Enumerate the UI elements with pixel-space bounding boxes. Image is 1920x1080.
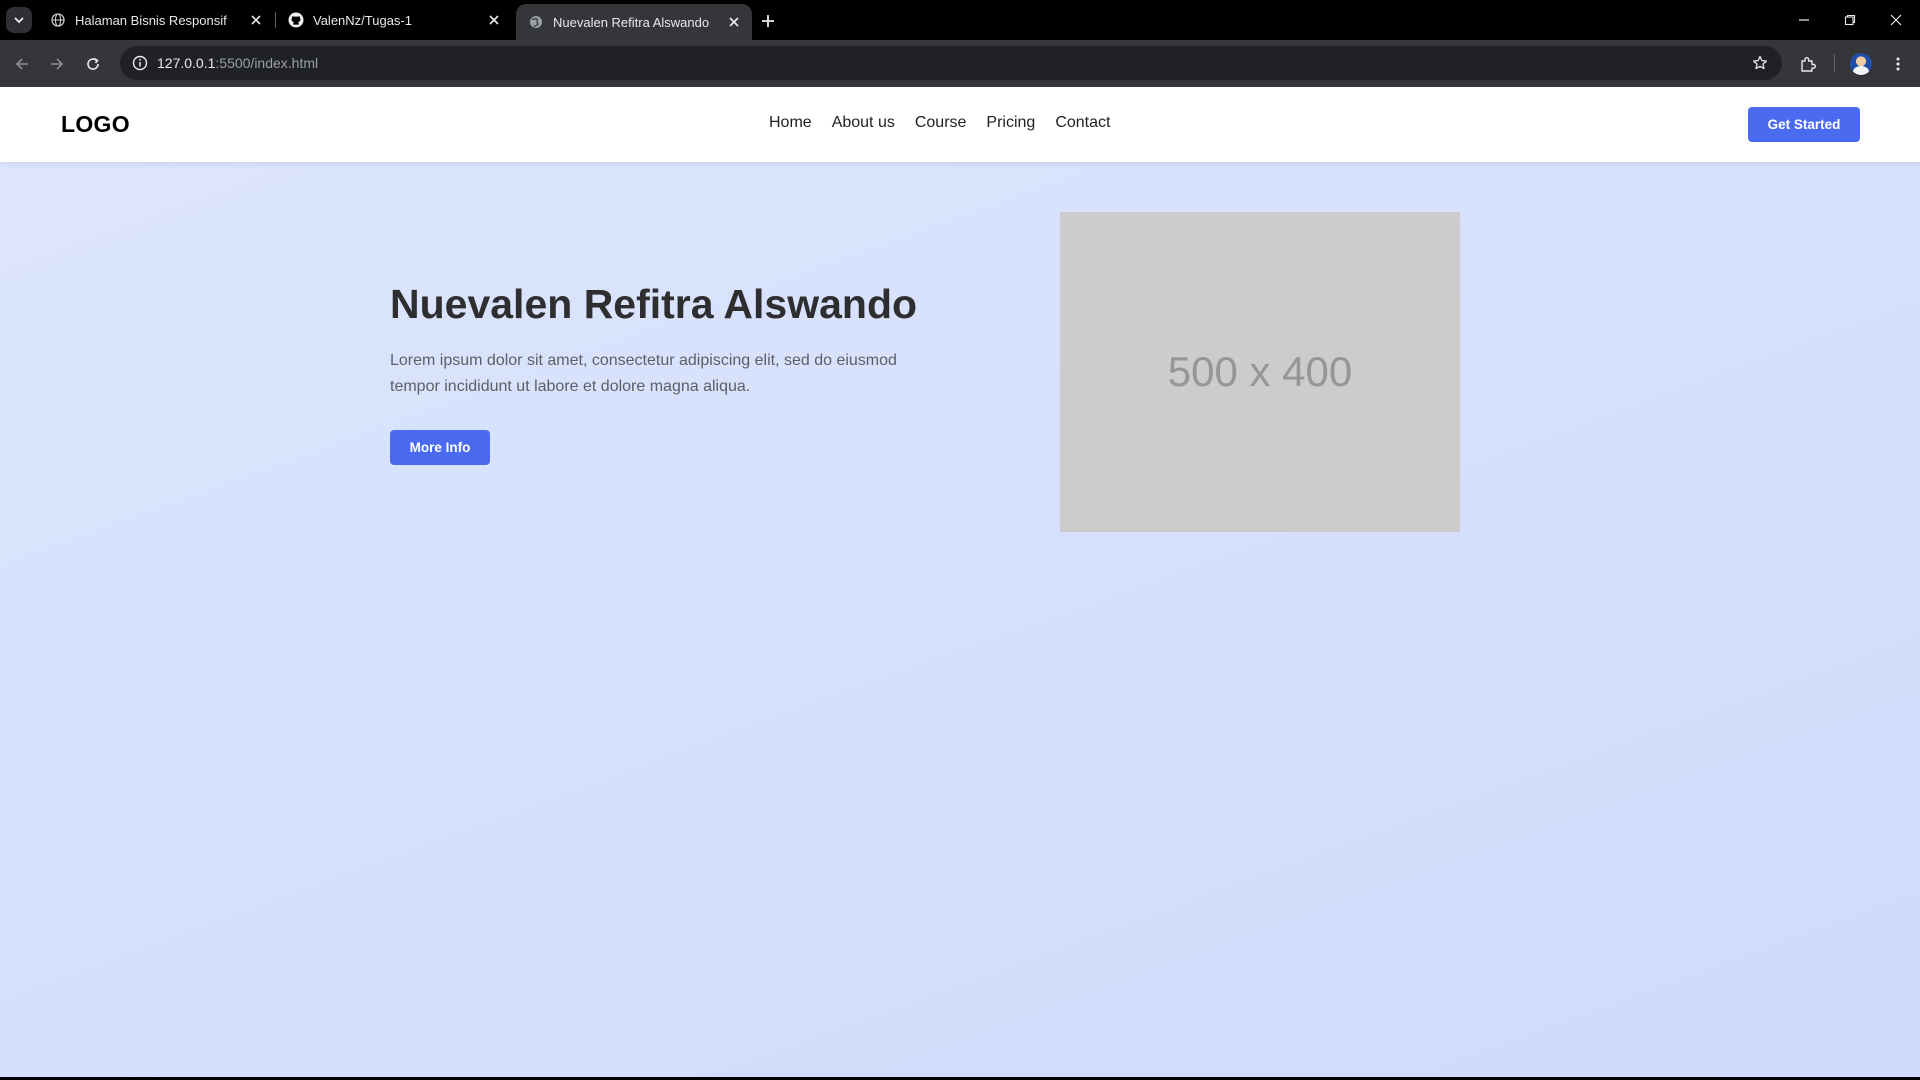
new-tab-button[interactable] [755,8,781,34]
close-icon [1890,14,1902,26]
browser-menu-button[interactable] [1884,50,1912,78]
tab-github-repo[interactable]: ValenNz/Tugas-1 [276,0,512,40]
hero-placeholder-image: 500 x 400 [1060,212,1460,532]
github-icon [288,12,304,28]
url-host: 127.0.0.1 [157,55,216,71]
browser-toolbar: 127.0.0.1:5500/index.html [0,40,1920,87]
restore-icon [1844,14,1856,26]
minimize-icon [1799,19,1809,21]
tab-title: Halaman Bisnis Responsif [75,12,227,28]
nav-link-contact[interactable]: Contact [1055,114,1110,132]
nav-link-pricing[interactable]: Pricing [986,114,1035,132]
nav-link-home[interactable]: Home [769,114,812,132]
extensions-button[interactable] [1794,50,1822,78]
nav-link-course[interactable]: Course [915,114,967,132]
minimize-button[interactable] [1781,0,1827,40]
forward-button[interactable] [43,50,71,78]
site-info-icon[interactable] [130,53,150,73]
tab-halaman-bisnis[interactable]: Halaman Bisnis Responsif [38,0,274,40]
arrow-left-icon [15,58,28,70]
url-text[interactable]: 127.0.0.1:5500/index.html [157,55,318,71]
tab-title: Nuevalen Refitra Alswando [553,14,710,30]
close-window-button[interactable] [1873,0,1919,40]
hero-description: Lorem ipsum dolor sit amet, consectetur … [390,352,897,395]
close-icon[interactable] [484,10,504,30]
puzzle-icon [1801,57,1816,72]
reload-icon [87,57,99,70]
tab-nuevalen-active[interactable]: Nuevalen Refitra Alswando [516,4,752,40]
get-started-button[interactable]: Get Started [1748,107,1860,142]
plus-icon [762,15,774,27]
url-path: :5500/index.html [215,55,319,71]
address-bar[interactable]: 127.0.0.1:5500/index.html [120,46,1782,80]
globe-icon [50,12,66,28]
toolbar-divider [1834,54,1835,72]
more-vert-icon [1896,57,1900,71]
main-nav: Home About us Course Pricing Contact [769,114,1110,132]
hero-title: Nuevalen Refitra Alswando [390,281,918,327]
restore-button[interactable] [1827,0,1873,40]
bookmark-star-icon[interactable] [1750,53,1770,73]
more-info-button[interactable]: More Info [390,430,490,465]
tab-search-button[interactable] [6,7,32,33]
tab-title: ValenNz/Tugas-1 [313,12,412,28]
page-viewport: LOGO Home About us Course Pricing Contac… [0,87,1920,1077]
tab-strip: Halaman Bisnis Responsif ValenNz/Tugas-1… [0,0,1920,40]
profile-avatar[interactable] [1850,53,1872,75]
arrow-right-icon [51,58,64,70]
reload-button[interactable] [79,50,107,78]
close-icon[interactable] [246,10,266,30]
globe-icon [528,14,544,30]
placeholder-image-label: 500 x 400 [1167,348,1353,395]
back-button[interactable] [8,50,36,78]
site-header: LOGO Home About us Course Pricing Contac… [0,87,1920,162]
close-icon[interactable] [724,12,744,32]
chevron-down-icon [14,17,24,24]
site-logo[interactable]: LOGO [61,111,130,138]
nav-link-about-us[interactable]: About us [832,114,895,132]
